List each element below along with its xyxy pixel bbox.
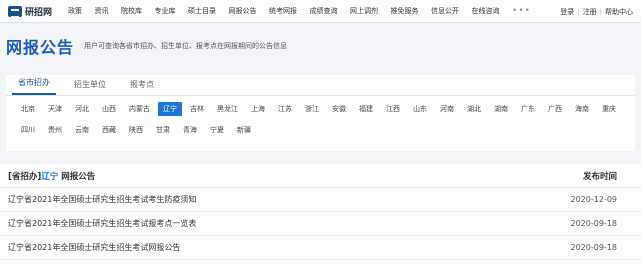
province-item[interactable]: 河北 (70, 102, 94, 116)
province-item[interactable]: 江西 (381, 102, 405, 116)
user-links: 登录 | 注册 | 帮助中心 (560, 7, 633, 17)
province-item[interactable]: 福建 (354, 102, 378, 116)
list-title-suffix: 网报公告 (61, 171, 96, 182)
nav-item-registration[interactable]: 统考网报 (269, 6, 297, 16)
province-item[interactable]: 湖北 (462, 102, 486, 116)
nav-item-adjustment[interactable]: 网上调剂 (350, 6, 378, 16)
nav-item-schools[interactable]: 院校库 (121, 6, 142, 16)
province-item[interactable]: 浙江 (300, 102, 324, 116)
list-title: [省招办]辽宁 网报公告 (8, 170, 95, 182)
province-item-selected[interactable]: 辽宁 (158, 102, 182, 116)
province-item[interactable]: 天津 (43, 102, 67, 116)
announcement-list: [省招办]辽宁 网报公告 发布时间 辽宁省2021年全国硕士研究生招生考试考生防… (0, 164, 641, 275)
nav-item-scores[interactable]: 成绩查询 (310, 6, 338, 16)
register-link[interactable]: 注册 (583, 8, 597, 16)
top-navbar: 研招网 政策 资讯 院校库 专业库 硕士目录 网报公告 统考网报 成绩查询 网上… (0, 0, 641, 23)
nav-item-recommendation[interactable]: 推免服务 (391, 6, 419, 16)
list-item[interactable]: 辽宁省2021年全国硕士研究生招生考试考生防疫须知 2020-12-09 (0, 188, 641, 212)
nav-item-consult[interactable]: 在线咨询 (472, 6, 500, 16)
province-list: 北京 天津 河北 山西 内蒙古 辽宁 吉林 黑龙江 上海 江苏 浙江 安徽 福建… (6, 96, 626, 144)
province-item[interactable]: 贵州 (43, 123, 67, 137)
logo-text: 研招网 (25, 7, 53, 18)
province-item[interactable]: 甘肃 (151, 123, 175, 137)
province-item[interactable]: 上海 (246, 102, 270, 116)
help-link[interactable]: 帮助中心 (605, 8, 633, 16)
province-item[interactable]: 海南 (570, 102, 594, 116)
separator: | (577, 8, 580, 16)
province-item[interactable]: 宁夏 (205, 123, 229, 137)
list-title-region[interactable]: 辽宁 (41, 172, 58, 182)
logo-icon (8, 5, 22, 18)
list-item-title[interactable]: 辽宁省2021年全国硕士研究生招生考试报考点一览表 (8, 218, 196, 229)
list-item-date: 2020-12-09 (570, 195, 618, 204)
nav-item-majors[interactable]: 专业库 (155, 6, 176, 16)
list-header: [省招办]辽宁 网报公告 发布时间 (0, 164, 641, 188)
province-item[interactable]: 重庆 (597, 102, 621, 116)
tab-provincial-office[interactable]: 省市招办 (12, 77, 56, 95)
main-nav: 政策 资讯 院校库 专业库 硕士目录 网报公告 统考网报 成绩查询 网上调剂 推… (68, 6, 531, 16)
province-item[interactable]: 陕西 (124, 123, 148, 137)
page-description: 用户可查询各省市招办、招生单位、报考点在网报期间的公告信息 (84, 42, 288, 50)
list-item-date: 2020-09-18 (570, 219, 618, 228)
category-tabs: 省市招办 招生单位 报考点 (6, 75, 635, 96)
tab-exam-site[interactable]: 报考点 (124, 79, 160, 95)
nav-item-disclosure[interactable]: 信息公开 (431, 6, 459, 16)
nav-item-announcements[interactable]: 网报公告 (229, 6, 257, 16)
province-item[interactable]: 广西 (543, 102, 567, 116)
list-item-date: 2020-09-18 (570, 243, 618, 252)
province-item[interactable]: 广东 (516, 102, 540, 116)
date-column-header: 发布时间 (582, 171, 617, 182)
province-item[interactable]: 江苏 (273, 102, 297, 116)
list-item[interactable]: 辽宁省2021年全国硕士研究生招生考试报考点一览表 2020-09-18 (0, 212, 641, 236)
province-item[interactable]: 山西 (97, 102, 121, 116)
nav-item-policy[interactable]: 政策 (68, 6, 82, 16)
province-item[interactable]: 河南 (435, 102, 459, 116)
site-logo[interactable]: 研招网 (8, 5, 52, 18)
nav-item-news[interactable]: 资讯 (95, 6, 109, 16)
login-link[interactable]: 登录 (560, 8, 574, 16)
filter-panel: 省市招办 招生单位 报考点 北京 天津 河北 山西 内蒙古 辽宁 吉林 黑龙江 … (6, 75, 635, 151)
province-item[interactable]: 黑龙江 (212, 102, 243, 116)
page-title: 网报公告 (6, 38, 75, 57)
more-menu-icon[interactable]: ••• (512, 6, 531, 16)
province-item[interactable]: 西藏 (97, 123, 121, 137)
province-item[interactable]: 青海 (178, 123, 202, 137)
tab-institution[interactable]: 招生单位 (68, 79, 112, 95)
province-item[interactable]: 湖南 (489, 102, 513, 116)
list-item-title[interactable]: 辽宁省2021年全国硕士研究生招生考试网报公告 (8, 242, 180, 253)
separator: | (599, 8, 602, 16)
list-item[interactable]: 辽宁省2021年全国硕士研究生招生考试网报公告 2020-09-18 (0, 236, 641, 260)
list-item-title[interactable]: 辽宁省2021年全国硕士研究生招生考试考生防疫须知 (8, 194, 196, 205)
province-item[interactable]: 北京 (16, 102, 40, 116)
province-item[interactable]: 新疆 (232, 123, 256, 137)
province-item[interactable]: 吉林 (185, 102, 209, 116)
province-item[interactable]: 内蒙古 (124, 102, 155, 116)
province-item[interactable]: 安徽 (327, 102, 351, 116)
nav-item-catalog[interactable]: 硕士目录 (188, 6, 216, 16)
province-item[interactable]: 云南 (70, 123, 94, 137)
province-item[interactable]: 四川 (16, 123, 40, 137)
province-item[interactable]: 山东 (408, 102, 432, 116)
list-title-prefix: [省招办] (8, 171, 42, 182)
page-header: 网报公告 用户可查询各省市招办、招生单位、报考点在网报期间的公告信息 (0, 23, 641, 69)
